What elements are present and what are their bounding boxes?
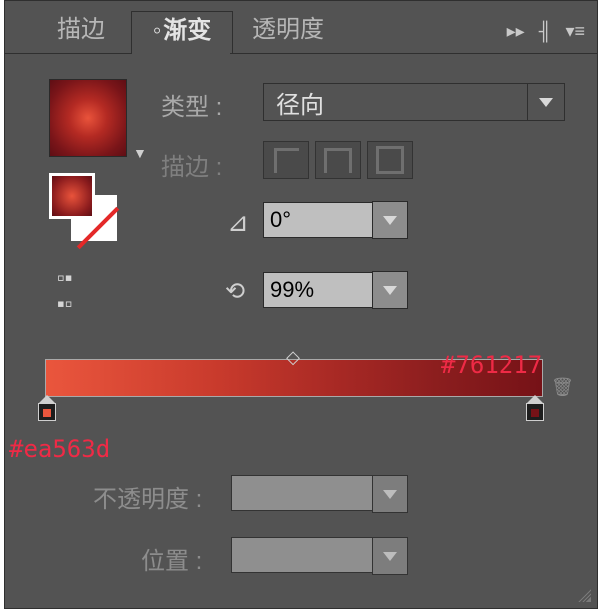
type-dropdown-button[interactable]	[527, 84, 564, 120]
angle-field[interactable]: 0°	[263, 201, 408, 239]
annotation-right-color: #761217	[441, 351, 542, 379]
opacity-label: 不透明度 :	[93, 479, 202, 514]
tab-gradient[interactable]: ◦渐变	[131, 11, 233, 54]
location-dropdown	[372, 537, 408, 575]
type-label: 类型 :	[161, 87, 222, 122]
aspect-input[interactable]: 99%	[263, 272, 372, 308]
stroke-align-group	[263, 141, 413, 179]
tab-stroke[interactable]: 描边	[41, 11, 121, 53]
panel-menu-icon[interactable]: ▾≡	[565, 21, 585, 42]
location-field	[231, 537, 408, 575]
angle-icon: ⊿	[227, 207, 249, 238]
type-select[interactable]: 径向	[263, 83, 565, 121]
tab-gradient-label: 渐变	[163, 17, 211, 44]
gradient-preview-swatch[interactable]	[49, 79, 127, 157]
dock-icon[interactable]: ╢	[539, 21, 552, 42]
aspect-dropdown[interactable]	[372, 271, 408, 309]
opacity-input	[231, 475, 372, 511]
opacity-field	[231, 475, 408, 513]
tab-transparency[interactable]: 透明度	[233, 11, 343, 53]
color-stop-left[interactable]	[37, 395, 57, 421]
collapse-icon[interactable]: ▸▸	[507, 21, 525, 42]
opacity-dropdown	[372, 475, 408, 513]
midpoint-stop-icon[interactable]: ◇	[286, 347, 300, 368]
reverse-gradient-icon[interactable]: ▫▪▪▫	[57, 265, 73, 317]
stroke-align-center[interactable]	[315, 141, 361, 179]
stroke-align-in[interactable]	[263, 141, 309, 179]
stroke-align-out[interactable]	[367, 141, 413, 179]
type-value: 径向	[264, 85, 527, 120]
aspect-field[interactable]: 99%	[263, 271, 408, 309]
delete-stop-icon[interactable]: 🗑	[551, 377, 574, 398]
location-input	[231, 537, 372, 573]
tab-bar: 描边 ◦渐变 透明度 ▸▸ ╢ ▾≡	[5, 1, 597, 53]
fill-swatch[interactable]	[49, 173, 95, 219]
gradient-panel: 描边 ◦渐变 透明度 ▸▸ ╢ ▾≡ ▼ 类型 : 径向 描边 : ⊿ 0°	[4, 0, 598, 609]
resize-grip-icon[interactable]	[575, 586, 591, 602]
angle-input[interactable]: 0°	[263, 202, 372, 238]
color-stop-right[interactable]	[525, 395, 545, 421]
annotation-left-color: #ea563d	[9, 435, 110, 463]
stroke-label: 描边 :	[161, 147, 222, 182]
angle-dropdown[interactable]	[372, 201, 408, 239]
location-label: 位置 :	[141, 541, 202, 576]
aspect-icon: ⟲	[225, 277, 245, 306]
swatch-dropdown-icon[interactable]: ▼	[133, 145, 147, 161]
